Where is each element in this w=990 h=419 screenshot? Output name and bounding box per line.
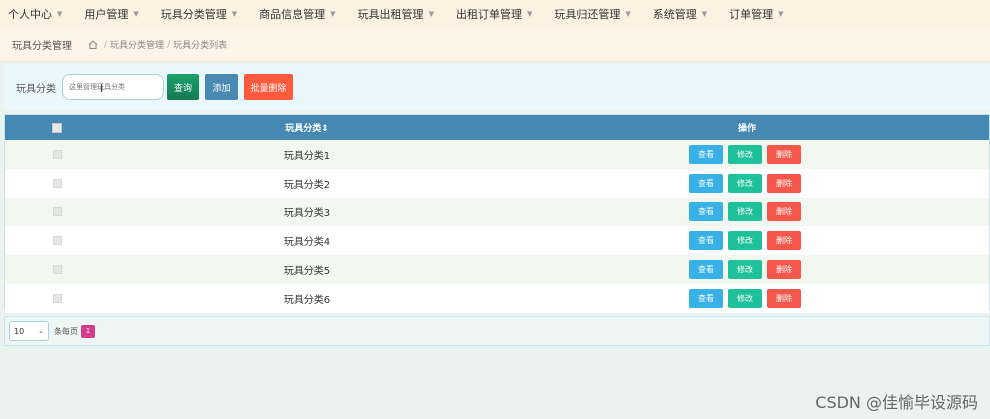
per-page-label: 条每页 [54,326,78,336]
nav-item-rental-order-management[interactable]: 出租订单管理 ▼ [456,6,532,22]
delete-button[interactable]: 删除 [767,231,801,251]
nav-item-order-management[interactable]: 订单管理 ▼ [729,6,783,22]
nav-item-label: 玩具出租管理 [357,8,424,21]
table-row: 玩具分类4 查看 修改 删除 [5,226,989,256]
row-checkbox[interactable] [52,178,62,188]
edit-button[interactable]: 修改 [728,288,762,308]
chevron-down-icon: ▼ [526,10,533,18]
view-button[interactable]: 查看 [689,202,723,222]
breadcrumb-separator: / [104,39,108,50]
page-title: 玩具分类管理 [12,41,72,52]
view-button[interactable]: 查看 [689,288,723,308]
edit-button[interactable]: 修改 [728,231,762,251]
chevron-down-icon: ▼ [57,10,63,18]
nav-item-label: 用户管理 [84,8,129,21]
nav-item-label: 订单管理 [729,8,774,21]
nav-item-toy-category-management[interactable]: 玩具分类管理 ▼ [161,6,237,22]
nav-item-label: 玩具归还管理 [554,8,621,21]
nav-item-system-management[interactable]: 系统管理 ▼ [653,6,707,22]
category-name: 玩具分类5 [283,266,331,278]
breadcrumb-bar: 玩具分类管理 / 玩具分类管理 / 玩具分类列表 [0,28,990,62]
row-checkbox[interactable] [52,236,62,246]
category-name: 玩具分类4 [283,237,331,249]
nav-item-product-management[interactable]: 商品信息管理 ▼ [259,6,335,22]
nav-item-toy-return-management[interactable]: 玩具归还管理 ▼ [554,6,630,22]
nav-item-label: 玩具分类管理 [160,8,227,21]
nav-item-label: 系统管理 [652,8,697,21]
breadcrumb: / 玩具分类管理 / 玩具分类列表 [88,38,227,51]
category-name: 玩具分类1 [283,150,331,162]
edit-button[interactable]: 修改 [728,144,762,164]
delete-button[interactable]: 删除 [767,173,801,193]
chevron-down-icon: ⌄ [38,327,44,335]
breadcrumb-item: 玩具分类列表 [173,41,228,51]
text-cursor-icon: I [100,82,104,95]
view-button[interactable]: 查看 [689,260,723,280]
delete-button[interactable]: 删除 [767,260,801,280]
nav-item-personal-center[interactable]: 个人中心 ▼ [8,6,62,22]
search-input[interactable] [62,74,164,100]
view-button[interactable]: 查看 [689,231,723,251]
row-checkbox[interactable] [52,149,62,159]
chevron-down-icon: ▼ [428,10,434,18]
chevron-down-icon: ▼ [330,10,336,18]
edit-button[interactable]: 修改 [728,260,762,280]
table-row: 玩具分类1 查看 修改 删除 [5,140,989,169]
category-name: 玩具分类2 [283,179,331,191]
sort-icon[interactable]: ⇕ [321,124,329,134]
top-nav: 个人中心 ▼ 用户管理 ▼ 玩具分类管理 ▼ 商品信息管理 ▼ 玩具出租管理 ▼ 出租订单… [0,0,990,28]
page-size-value: 10 [14,326,25,336]
page-number-current[interactable]: 1 [81,324,95,338]
delete-button[interactable]: 删除 [767,288,801,308]
row-checkbox[interactable] [52,265,62,275]
nav-item-label: 个人中心 [8,8,52,21]
nav-item-user-management[interactable]: 用户管理 ▼ [84,6,138,22]
chevron-down-icon: ▼ [701,10,708,18]
view-button[interactable]: 查看 [689,144,723,164]
delete-button[interactable]: 删除 [767,202,801,222]
nav-item-label: 出租订单管理 [455,8,522,21]
table-row: 玩具分类5 查看 修改 删除 [5,255,989,284]
page-size-select[interactable]: 10 ⌄ [9,321,49,341]
nav-item-label: 商品信息管理 [259,8,326,21]
table-row: 玩具分类6 查看 修改 删除 [5,283,989,313]
category-name: 玩具分类3 [283,208,331,220]
add-button[interactable]: 添加 [205,74,238,100]
row-checkbox[interactable] [52,207,62,217]
breadcrumb-item[interactable]: 玩具分类管理 [110,38,164,51]
category-name: 玩具分类6 [283,294,331,306]
chevron-down-icon: ▼ [231,10,238,18]
view-button[interactable]: 查看 [689,173,723,193]
watermark: CSDN @佳愉毕设源码 [815,393,978,412]
breadcrumb-separator: / [167,39,171,50]
chevron-down-icon: ▼ [778,10,784,18]
search-button[interactable]: 查询 [167,74,199,100]
table-header: 玩具分类⇕ 操作 [5,115,989,140]
data-table: 玩具分类⇕ 操作 玩具分类1 查看 修改 删除 玩具分类2 查看 修改 删除 玩… [4,114,990,313]
search-bar: 玩具分类 查询 添加 批量删除 [4,64,990,110]
table-row: 玩具分类3 查看 修改 删除 [5,197,989,227]
table-row: 玩具分类2 查看 修改 删除 [5,168,989,198]
chevron-down-icon: ▼ [133,10,139,18]
table-body: 玩具分类1 查看 修改 删除 玩具分类2 查看 修改 删除 玩具分类3 查看 修… [5,140,989,313]
column-header-ops: 操作 [737,124,756,134]
search-label: 玩具分类 [16,83,56,95]
edit-button[interactable]: 修改 [728,202,762,222]
nav-item-toy-rental-management[interactable]: 玩具出租管理 ▼ [358,6,434,22]
pagination: 10 ⌄ 条每页 1 [4,316,990,346]
home-icon[interactable] [88,40,98,49]
chevron-down-icon: ▼ [625,10,631,18]
bulk-delete-button[interactable]: 批量删除 [244,74,293,100]
row-checkbox[interactable] [52,293,62,303]
select-all-checkbox[interactable] [52,122,62,133]
column-header-name[interactable]: 玩具分类⇕ [109,121,505,134]
edit-button[interactable]: 修改 [728,173,762,193]
delete-button[interactable]: 删除 [767,144,801,164]
